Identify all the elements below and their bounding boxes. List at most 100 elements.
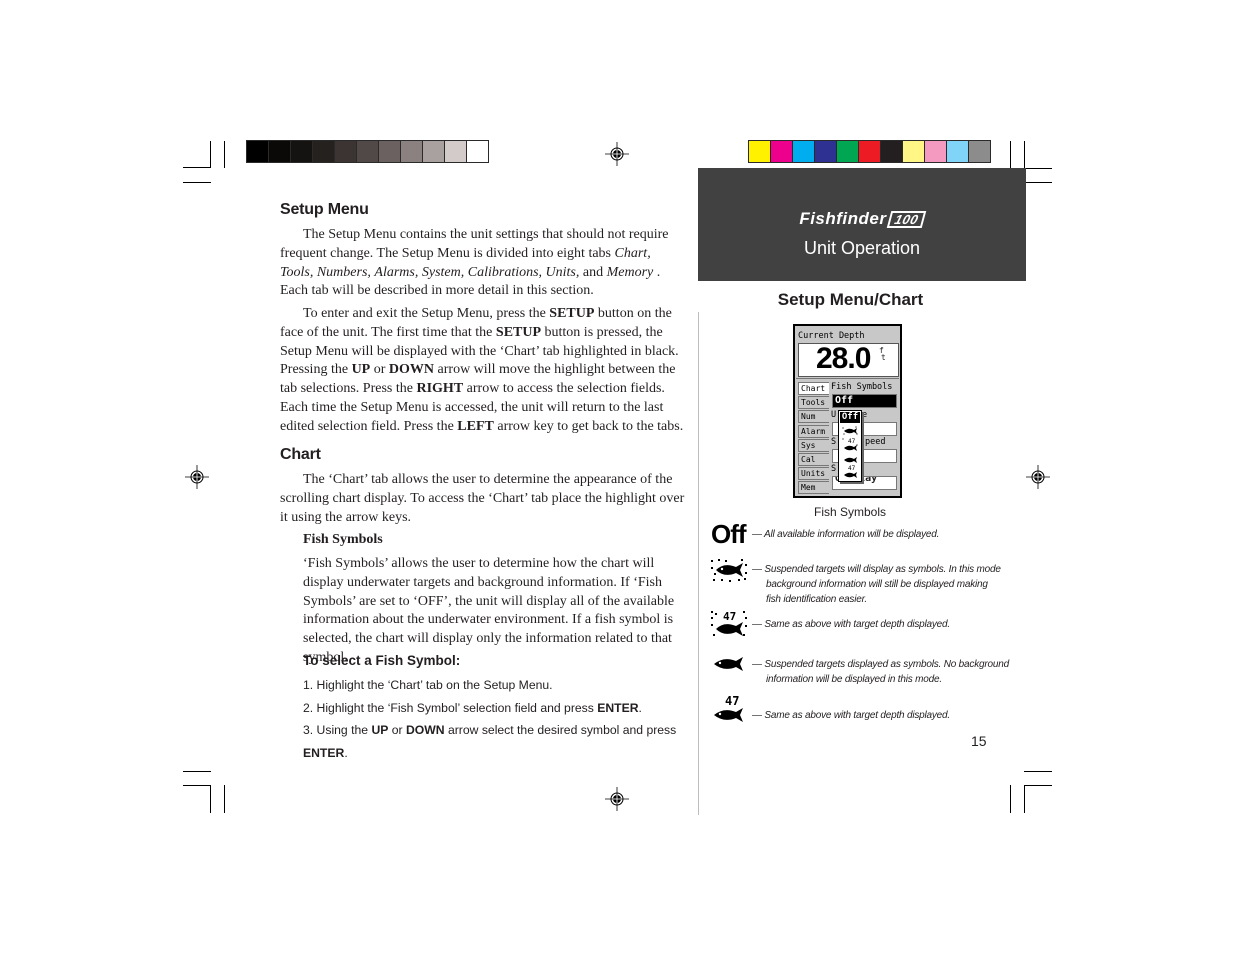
key-name: DOWN <box>388 362 435 378</box>
crop-mark <box>1024 141 1025 168</box>
color-swatch <box>969 141 990 162</box>
crop-mark <box>183 785 211 786</box>
setup-menu-paragraph-1: The Setup Menu contains the unit setting… <box>280 226 685 301</box>
off-symbol: Off <box>711 519 747 549</box>
color-swatch <box>467 141 488 162</box>
color-swatch <box>423 141 444 162</box>
unit-t: t <box>881 353 886 362</box>
device-tab-tools[interactable]: Tools <box>798 396 829 410</box>
text: — Same as above with target depth displa… <box>752 619 950 630</box>
device-tab-num[interactable]: Num <box>798 410 829 424</box>
fish-symbols-label: Fish Symbols <box>831 382 893 392</box>
crop-mark <box>224 141 225 168</box>
svg-text:47: 47 <box>848 465 856 472</box>
setup-menu-paragraph-2: To enter and exit the Setup Menu, press … <box>280 305 685 437</box>
column-divider <box>698 312 699 815</box>
color-swatch <box>335 141 356 162</box>
partial-label: S <box>831 464 837 474</box>
crop-mark <box>1010 141 1011 168</box>
depth-readout: 47 <box>725 694 739 708</box>
device-tab-cal[interactable]: Cal <box>798 453 829 466</box>
text: — Same as above with target depth displa… <box>752 710 950 721</box>
depth-box: 28.0 ft <box>798 342 899 377</box>
partial-label: S <box>831 437 837 447</box>
legend-desc-fish-depth: — Same as above with target depth displa… <box>752 708 950 723</box>
depth-label: Current Depth <box>798 331 865 341</box>
color-swatch <box>881 141 902 162</box>
color-swatch <box>837 141 858 162</box>
legend-desc-fish-dotted-depth: — Same as above with target depth displa… <box>752 617 950 632</box>
product-logo: Fishfinder 100 <box>698 209 1026 229</box>
fish-depth-icon: 47 <box>844 465 857 478</box>
device-tab-units[interactable]: Units <box>798 467 829 481</box>
text: To enter and exit the Setup Menu, press … <box>303 306 550 321</box>
legend-desc-fish-dotted: — Suspended targets will display as symb… <box>752 562 1001 607</box>
color-swatch <box>793 141 814 162</box>
text: information will be displayed in this mo… <box>766 674 942 685</box>
color-swatch <box>925 141 946 162</box>
crop-mark <box>1010 785 1011 813</box>
color-swatch <box>313 141 334 162</box>
key-name: DOWN <box>405 723 445 737</box>
step-3: 3. Using the UP or DOWN arrow select the… <box>303 719 703 764</box>
text: — All available information will be disp… <box>752 529 940 540</box>
registration-mark-icon <box>1026 465 1050 489</box>
fish-icon <box>844 457 857 463</box>
color-swatch <box>749 141 770 162</box>
setup-menu-heading: Setup Menu <box>280 201 369 218</box>
text: and <box>582 264 604 280</box>
fish-depth-icon: 47 <box>714 694 743 722</box>
device-tab-alarm[interactable]: Alarm <box>798 424 829 438</box>
steps-title: To select a Fish Symbol: <box>303 653 461 668</box>
color-swatch <box>247 141 268 162</box>
color-swatch <box>947 141 968 162</box>
step-2: 2. Highlight the ‘Fish Symbol’ selection… <box>303 697 703 720</box>
key-name: SETUP <box>549 306 595 321</box>
section-header: Fishfinder 100 Unit Operation <box>698 168 1026 281</box>
device-screen: Current Depth 28.0 ft Chart Tools Num Alarm… <box>795 326 900 496</box>
divider <box>796 378 899 379</box>
partial-label: peed <box>865 437 886 447</box>
fish-symbols-field[interactable]: Off <box>832 394 897 408</box>
partial-label: U <box>831 410 837 420</box>
crop-mark <box>224 785 225 813</box>
steps-list: 1. Highlight the ‘Chart’ tab on the Setu… <box>303 674 703 764</box>
device-tab-mem[interactable]: Mem <box>798 481 829 495</box>
color-swatch <box>771 141 792 162</box>
legend-desc-fish: — Suspended targets displayed as symbols… <box>752 657 1009 687</box>
text: The ‘Chart’ tab allows the user to deter… <box>280 472 685 525</box>
device-tab-sys[interactable]: Sys <box>798 438 829 452</box>
key-name: ENTER <box>597 700 639 715</box>
color-swatch <box>903 141 924 162</box>
device-tab-chart[interactable]: Chart <box>798 382 829 395</box>
model-number: 100 <box>887 211 927 228</box>
tab-name: Chart, <box>614 245 651 261</box>
text: or <box>388 723 406 737</box>
partial-label: e <box>862 410 868 420</box>
crop-mark <box>183 182 211 183</box>
section-title: Unit Operation <box>803 238 921 258</box>
crop-mark <box>183 167 211 168</box>
grayscale-calibration-bar <box>246 140 489 163</box>
popup-fish-options: 47 47 <box>842 426 858 478</box>
color-swatch <box>401 141 422 162</box>
text: fish identification easier. <box>766 594 867 605</box>
registration-mark-icon <box>185 465 209 489</box>
tab-name: Numbers, <box>316 264 371 280</box>
fish-symbol-popup[interactable]: Off 47 47 <box>838 410 862 482</box>
fish-symbols-subheading: Fish Symbols <box>303 532 383 547</box>
chart-heading: Chart <box>280 446 321 463</box>
fish-dotted-depth-icon: 47 <box>711 610 747 636</box>
crop-mark <box>183 771 211 772</box>
key-name: LEFT <box>457 418 494 434</box>
popup-option-off[interactable]: Off <box>840 412 860 423</box>
page-title: Setup Menu/Chart <box>777 290 924 309</box>
depth-unit: ft <box>879 347 886 362</box>
color-swatch <box>379 141 400 162</box>
legend-desc-off: — All available information will be disp… <box>752 527 939 542</box>
registration-mark-icon <box>605 142 629 166</box>
color-swatch <box>269 141 290 162</box>
depth-value: 28.0 <box>816 342 871 375</box>
color-swatch <box>357 141 378 162</box>
key-name: SETUP <box>495 324 542 340</box>
